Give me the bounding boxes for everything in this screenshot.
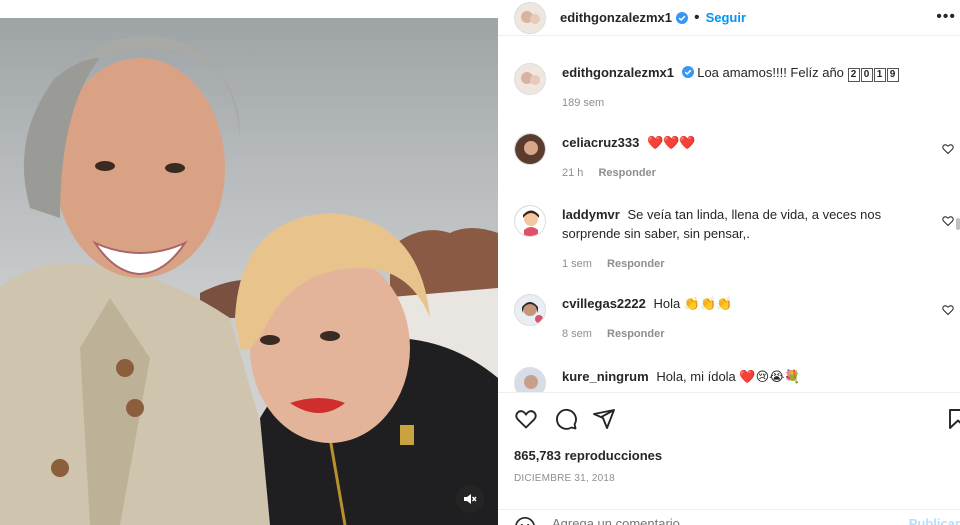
caption-username[interactable]: edithgonzalezmx1: [562, 65, 674, 80]
share-icon[interactable]: [592, 407, 616, 431]
year-digit: 1: [873, 68, 886, 82]
comment-text: Hola, mi ídola ❤️😢😭💐: [656, 369, 801, 384]
separator-dot: •: [693, 8, 700, 26]
mute-button[interactable]: [456, 485, 484, 513]
caption-year: 2019: [847, 65, 900, 82]
heart-icon[interactable]: [514, 407, 538, 431]
year-digit: 0: [860, 68, 873, 82]
emoji-icon[interactable]: [514, 516, 536, 525]
like-comment-heart-icon[interactable]: [942, 304, 954, 316]
caption-meta: 189 sem: [562, 94, 942, 113]
follow-button[interactable]: Seguir: [706, 10, 746, 25]
comment-time: 21 h: [562, 167, 584, 179]
post-media[interactable]: [0, 0, 498, 525]
comment-text: Hola 👏👏👏: [653, 296, 733, 311]
post-panel: edithgonzalezmx1 • Seguir ••• edithgonza…: [498, 0, 960, 525]
comment-icon[interactable]: [554, 407, 578, 431]
verified-badge-icon: [675, 11, 688, 24]
comment-time: 1 sem: [562, 258, 592, 270]
comment-meta: 1 sem Responder: [562, 255, 942, 274]
caption-text: Loa amamos!!!! Felíz año: [697, 65, 844, 80]
comment-username[interactable]: celiacruz333: [562, 135, 639, 150]
post-photo[interactable]: [0, 18, 498, 525]
comment-text: ❤️❤️❤️: [646, 135, 696, 150]
reply-button[interactable]: Responder: [607, 258, 664, 270]
author-avatar[interactable]: [514, 63, 546, 95]
commenter-avatar[interactable]: [514, 133, 546, 165]
comments-list[interactable]: edithgonzalezmx1 Loa amamos!!!! Felíz añ…: [498, 37, 960, 392]
views-count[interactable]: 865,783 reproducciones: [514, 448, 662, 463]
bookmark-icon[interactable]: [946, 407, 960, 431]
scrollbar-thumb[interactable]: [956, 218, 960, 230]
comment-username[interactable]: cvillegas2222: [562, 296, 646, 311]
more-icon[interactable]: •••: [936, 8, 956, 26]
publish-button[interactable]: Publicar: [909, 516, 960, 525]
like-comment-heart-icon[interactable]: [942, 215, 954, 227]
year-digit: 9: [886, 68, 899, 82]
post-actions: 865,783 reproducciones DICIEMBRE 31, 201…: [498, 392, 960, 525]
comment-username[interactable]: kure_ningrum: [562, 369, 649, 384]
comment-time: 8 sem: [562, 328, 592, 340]
caption-time: 189 sem: [562, 97, 605, 109]
commenter-avatar[interactable]: [514, 367, 546, 392]
verified-badge-icon: [681, 66, 694, 78]
comment-meta: 8 sem Responder: [562, 325, 942, 344]
author-avatar[interactable]: [514, 1, 546, 34]
reply-button[interactable]: Responder: [598, 167, 655, 179]
comment-username[interactable]: laddymvr: [562, 207, 620, 222]
add-comment-bar: Publicar: [498, 509, 960, 525]
selfie-illustration: [0, 36, 498, 525]
comment-input[interactable]: [552, 516, 852, 525]
comment-meta: 21 h Responder: [562, 164, 942, 183]
mute-icon: [464, 494, 477, 504]
post-date[interactable]: DICIEMBRE 31, 2018: [514, 473, 615, 484]
like-comment-heart-icon[interactable]: [942, 143, 954, 155]
reply-button[interactable]: Responder: [607, 328, 664, 340]
author-username[interactable]: edithgonzalezmx1: [560, 10, 672, 25]
commenter-avatar[interactable]: [514, 294, 546, 326]
year-digit: 2: [847, 68, 860, 82]
commenter-avatar[interactable]: [514, 205, 546, 237]
post-header: edithgonzalezmx1 • Seguir •••: [498, 0, 960, 36]
